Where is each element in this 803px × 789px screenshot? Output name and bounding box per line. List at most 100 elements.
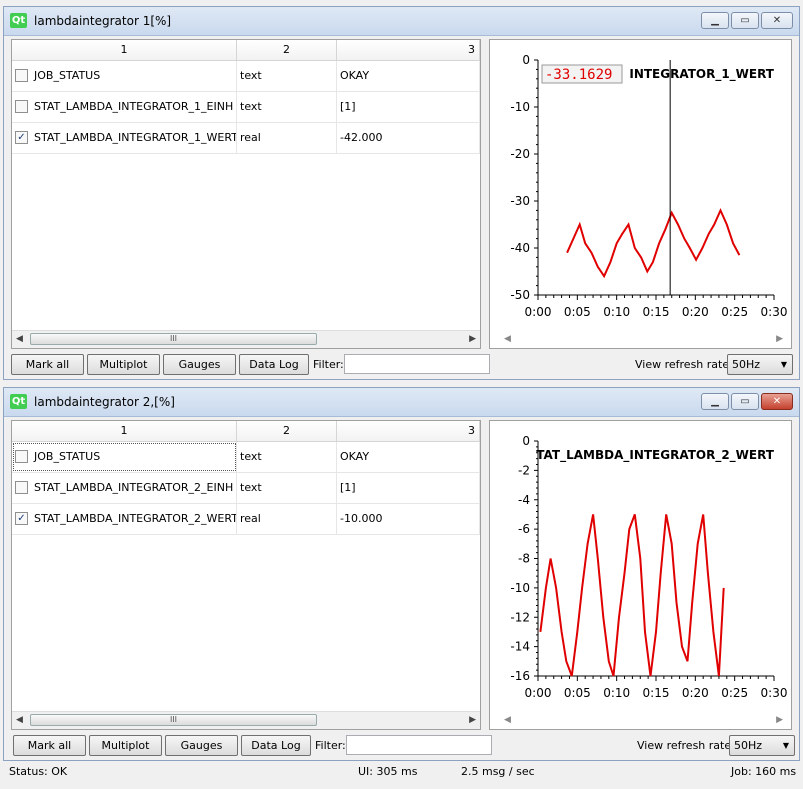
y-tick-label: -14 bbox=[510, 640, 530, 654]
table-row[interactable]: ✓ STAT_LAMBDA_INTEGRATOR_2_WERT real -10.… bbox=[12, 504, 480, 535]
data-log-button[interactable]: Data Log bbox=[241, 735, 311, 756]
refresh-rate-value: 50Hz bbox=[732, 358, 761, 371]
close-button[interactable]: ✕ bbox=[761, 12, 793, 29]
signal-type: text bbox=[237, 473, 337, 503]
maximize-icon: ▭ bbox=[740, 396, 750, 407]
row-checkbox[interactable]: ✓ bbox=[15, 130, 28, 144]
filter-input[interactable] bbox=[344, 354, 490, 374]
qt-logo-icon: Qt bbox=[10, 13, 27, 28]
window-lambdaintegrator-2: Qt lambdaintegrator 2,[%] ▁ ▭ ✕ 1 2 3 JO… bbox=[3, 387, 800, 761]
signal-name: JOB_STATUS bbox=[34, 450, 101, 463]
table-row[interactable]: STAT_LAMBDA_INTEGRATOR_2_EINH text [1] bbox=[12, 473, 480, 504]
signal-value: -42.000 bbox=[337, 123, 480, 153]
refresh-rate-select[interactable]: 50Hz ▼ bbox=[729, 735, 795, 756]
signal-name: STAT_LAMBDA_INTEGRATOR_1_WERT bbox=[34, 131, 237, 144]
refresh-rate-select[interactable]: 50Hz ▼ bbox=[727, 354, 793, 375]
row-checkbox[interactable] bbox=[15, 99, 28, 113]
scroll-left-icon[interactable]: ◀ bbox=[16, 715, 23, 725]
y-tick-label: -6 bbox=[518, 522, 530, 536]
gauges-button[interactable]: Gauges bbox=[165, 735, 238, 756]
column-header-3[interactable]: 3 bbox=[337, 421, 480, 441]
filter-label: Filter: bbox=[313, 358, 344, 371]
x-tick-label: 0:00 bbox=[525, 686, 552, 700]
window-lambdaintegrator-1: Qt lambdaintegrator 1[%] ▁ ▭ ✕ 1 2 3 JOB… bbox=[3, 6, 800, 380]
table-row[interactable]: JOB_STATUS text OKAY bbox=[12, 442, 480, 473]
signal-name: JOB_STATUS bbox=[34, 69, 101, 82]
scroll-left-icon[interactable]: ◀ bbox=[504, 334, 511, 344]
x-tick-label: 0:10 bbox=[603, 686, 630, 700]
data-log-button[interactable]: Data Log bbox=[239, 354, 309, 375]
gauges-button[interactable]: Gauges bbox=[163, 354, 236, 375]
horizontal-scrollbar[interactable]: ◀ III ▶ bbox=[12, 330, 480, 348]
table-row[interactable]: ✓ STAT_LAMBDA_INTEGRATOR_1_WERT real -42.… bbox=[12, 123, 480, 154]
signal-name: STAT_LAMBDA_INTEGRATOR_2_WERT bbox=[34, 512, 237, 525]
scrollbar-thumb[interactable]: III bbox=[30, 333, 317, 345]
x-tick-label: 0:10 bbox=[603, 305, 630, 319]
window-titlebar[interactable]: Qt lambdaintegrator 2,[%] ▁ ▭ ✕ bbox=[4, 388, 799, 417]
signal-value: [1] bbox=[337, 473, 480, 503]
scroll-left-icon[interactable]: ◀ bbox=[504, 715, 511, 725]
row-checkbox[interactable] bbox=[15, 480, 28, 494]
filter-input[interactable] bbox=[346, 735, 492, 755]
signal-table: 1 2 3 JOB_STATUS text OKAY STAT_LAMBDA_I… bbox=[11, 420, 481, 730]
row-checkbox[interactable]: ✓ bbox=[15, 511, 28, 525]
signal-type: text bbox=[237, 442, 337, 472]
scroll-right-icon[interactable]: ▶ bbox=[776, 715, 783, 725]
signal-value: [1] bbox=[337, 92, 480, 122]
mark-all-button[interactable]: Mark all bbox=[13, 735, 86, 756]
minimize-button[interactable]: ▁ bbox=[701, 393, 729, 410]
row-checkbox[interactable] bbox=[15, 68, 28, 82]
column-header-3[interactable]: 3 bbox=[337, 40, 480, 60]
chevron-down-icon: ▼ bbox=[782, 741, 789, 750]
horizontal-scrollbar[interactable]: ◀ III ▶ bbox=[12, 711, 480, 729]
minimize-icon: ▁ bbox=[711, 15, 719, 26]
refresh-rate-label: View refresh rate: bbox=[637, 739, 735, 752]
plot-panel: 0 -2 -4 -6 -8 -10 -12 -14 -16 0:00 0:05 0:10 0:15 0:2… bbox=[489, 420, 792, 730]
line-plot[interactable]: 0 -2 -4 -6 -8 -10 -12 -14 -16 0:00 0:05 0:10 0:15 0:2… bbox=[490, 421, 791, 711]
column-header-1[interactable]: 1 bbox=[12, 421, 237, 441]
chevron-down-icon: ▼ bbox=[780, 360, 787, 369]
qt-logo-icon: Qt bbox=[10, 394, 27, 409]
window-title: lambdaintegrator 1[%] bbox=[34, 14, 172, 28]
maximize-button[interactable]: ▭ bbox=[731, 393, 759, 410]
mark-all-button[interactable]: Mark all bbox=[11, 354, 84, 375]
column-header-2[interactable]: 2 bbox=[237, 40, 337, 60]
scroll-right-icon[interactable]: ▶ bbox=[469, 715, 476, 725]
scroll-right-icon[interactable]: ▶ bbox=[776, 334, 783, 344]
x-tick-label: 0:05 bbox=[564, 686, 591, 700]
scrollbar-thumb[interactable]: III bbox=[30, 714, 317, 726]
close-button[interactable]: ✕ bbox=[761, 393, 793, 410]
y-tick-label: 0 bbox=[522, 434, 530, 448]
x-tick-label: 0:25 bbox=[721, 305, 748, 319]
table-header: 1 2 3 bbox=[12, 421, 480, 442]
bottom-toolbar: Mark all Multiplot Gauges Data Log Filte… bbox=[11, 354, 793, 376]
table-row[interactable]: STAT_LAMBDA_INTEGRATOR_1_EINH text [1] bbox=[12, 92, 480, 123]
line-plot[interactable]: 0 -10 -20 -30 -40 -50 0:00 0:05 0:10 0:15 0:20 0:25… bbox=[490, 40, 791, 330]
column-header-1[interactable]: 1 bbox=[12, 40, 237, 60]
multiplot-button[interactable]: Multiplot bbox=[87, 354, 160, 375]
table-row[interactable]: JOB_STATUS text OKAY bbox=[12, 61, 480, 92]
y-tick-label: -10 bbox=[510, 100, 530, 114]
multiplot-button[interactable]: Multiplot bbox=[89, 735, 162, 756]
signal-type: text bbox=[237, 61, 337, 91]
scroll-left-icon[interactable]: ◀ bbox=[16, 334, 23, 344]
row-checkbox[interactable] bbox=[15, 449, 28, 463]
maximize-button[interactable]: ▭ bbox=[731, 12, 759, 29]
minimize-button[interactable]: ▁ bbox=[701, 12, 729, 29]
x-tick-label: 0:00 bbox=[525, 305, 552, 319]
plot-scrollbar[interactable]: ◀ ▶ bbox=[490, 713, 791, 729]
signal-type: real bbox=[237, 504, 337, 534]
y-tick-label: -20 bbox=[510, 147, 530, 161]
column-header-2[interactable]: 2 bbox=[237, 421, 337, 441]
signal-value: OKAY bbox=[337, 442, 480, 472]
window-titlebar[interactable]: Qt lambdaintegrator 1[%] ▁ ▭ ✕ bbox=[4, 7, 799, 36]
plot-title: INTEGRATOR_1_WERT bbox=[629, 67, 774, 82]
signal-name: STAT_LAMBDA_INTEGRATOR_2_EINH bbox=[34, 481, 234, 494]
x-tick-label: 0:30 bbox=[761, 305, 788, 319]
x-tick-label: 0:30 bbox=[761, 686, 788, 700]
x-tick-label: 0:15 bbox=[643, 305, 670, 319]
scroll-right-icon[interactable]: ▶ bbox=[469, 334, 476, 344]
plot-scrollbar[interactable]: ◀ ▶ bbox=[490, 332, 791, 348]
x-tick-label: 0:05 bbox=[564, 305, 591, 319]
refresh-rate-label: View refresh rate: bbox=[635, 358, 733, 371]
